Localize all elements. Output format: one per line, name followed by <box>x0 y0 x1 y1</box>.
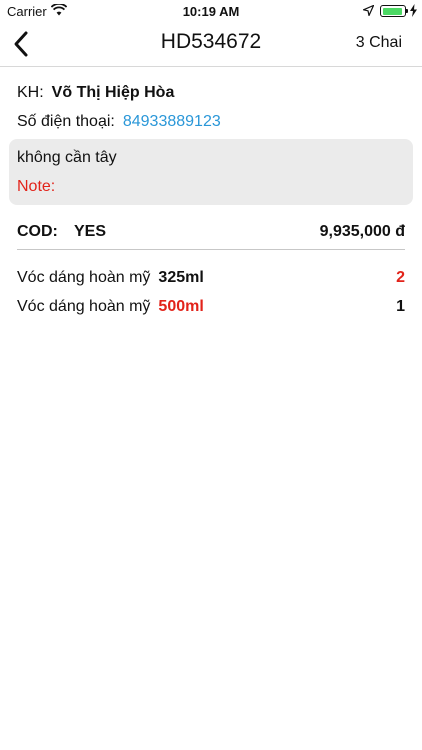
item-name: Vóc dáng hoàn mỹ <box>17 269 151 286</box>
item-size: 325ml <box>158 269 204 286</box>
list-item: Vóc dáng hoàn mỹ 500ml 1 <box>17 298 405 316</box>
customer-name-label: KH: <box>17 84 44 101</box>
cod-value: YES <box>74 223 107 240</box>
phone-label: Số điện thoại: <box>17 113 115 130</box>
item-size: 500ml <box>158 298 204 315</box>
phone-number-link[interactable]: 84933889123 <box>123 113 221 130</box>
divider <box>17 249 405 250</box>
customer-name-row: KH: Võ Thị Hiệp Hòa <box>17 84 174 102</box>
battery-icon <box>380 5 406 17</box>
customer-phone-row: Số điện thoại: 84933889123 <box>17 113 221 131</box>
note-box: không cần tây Note: <box>9 139 413 205</box>
note-text: không cần tây <box>17 149 117 166</box>
battery-tip <box>406 9 408 13</box>
item-quantity: 1 <box>396 298 405 315</box>
charging-bolt-icon <box>410 4 417 17</box>
status-bar: Carrier 10:19 AM <box>0 0 422 22</box>
note-label: Note: <box>17 178 56 195</box>
customer-name: Võ Thị Hiệp Hòa <box>51 84 175 101</box>
location-arrow-icon <box>363 5 374 16</box>
order-total: 9,935,000 đ <box>319 223 405 240</box>
clock-time: 10:19 AM <box>182 4 240 19</box>
item-name: Vóc dáng hoàn mỹ <box>17 298 151 315</box>
cod-label: COD: <box>17 223 58 240</box>
item-quantity: 2 <box>396 269 405 286</box>
navigation-bar: HD534672 3 Chai <box>0 22 422 67</box>
bottle-count-label: 3 Chai <box>355 34 402 51</box>
list-item: Vóc dáng hoàn mỹ 325ml 2 <box>17 269 405 287</box>
